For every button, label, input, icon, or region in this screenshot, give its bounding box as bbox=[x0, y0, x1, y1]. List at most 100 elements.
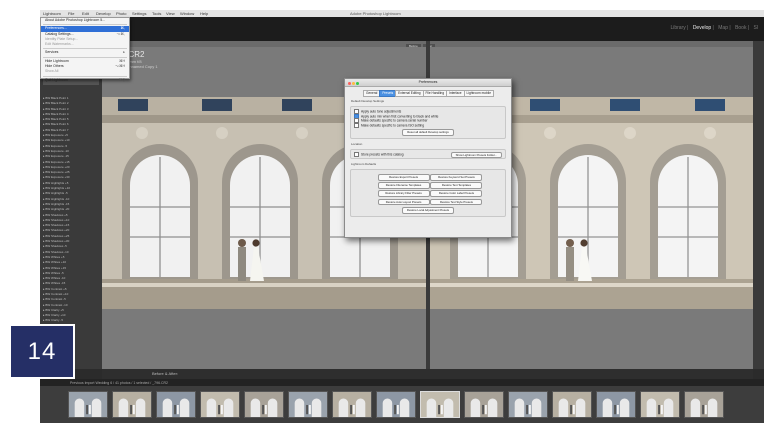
menu-window[interactable]: Window bbox=[180, 11, 194, 16]
menu-edit[interactable]: Edit bbox=[82, 11, 89, 16]
menu-view[interactable]: View bbox=[166, 11, 175, 16]
option-store-presets[interactable]: Store presets with this catalog Show Lig… bbox=[354, 151, 502, 159]
thumbnail-image bbox=[553, 392, 591, 417]
restore-keyword-set-button[interactable]: Restore Keyword Set Presets bbox=[430, 173, 483, 181]
restore-right-column: Restore Keyword Set Presets Restore Text… bbox=[430, 172, 483, 206]
menu-develop[interactable]: Develop bbox=[96, 11, 111, 16]
menu-item-services[interactable]: Services ▸ bbox=[41, 50, 129, 55]
option-iso-defaults[interactable]: Make defaults specific to camera ISO set… bbox=[354, 122, 502, 128]
restore-library-filter-button[interactable]: Restore Library Filter Presets bbox=[377, 190, 430, 198]
dialog-titlebar: Preferences bbox=[345, 79, 511, 87]
module-map[interactable]: Map bbox=[718, 25, 728, 31]
checkbox[interactable] bbox=[354, 122, 359, 128]
menu-separator bbox=[43, 24, 127, 26]
menu-item-watermarks: Edit Watermarks... bbox=[45, 42, 74, 47]
thumbnail-image bbox=[201, 392, 239, 417]
thumbnail-image bbox=[245, 392, 283, 417]
thumbnail-image bbox=[421, 392, 459, 417]
tab-general[interactable]: General bbox=[363, 90, 381, 97]
thumbnail-image bbox=[377, 392, 415, 417]
filmstrip-thumbnail[interactable] bbox=[640, 391, 680, 418]
thumbnail-image bbox=[333, 392, 371, 417]
filmstrip-thumbnail[interactable] bbox=[684, 391, 724, 418]
step-number-badge: 14 bbox=[9, 324, 75, 379]
window-controls bbox=[348, 81, 360, 88]
menu-item-quit[interactable]: Quit Lightroom ⌘Q bbox=[41, 78, 129, 83]
default-develop-title: Default Develop Settings bbox=[351, 99, 385, 103]
menu-settings[interactable]: Settings bbox=[132, 11, 146, 16]
lightroom-menu-dropdown: About Adobe Photoshop Lightroom 5... Pre… bbox=[40, 17, 130, 82]
menu-file[interactable]: File bbox=[68, 11, 74, 16]
filmstrip-thumbnail[interactable] bbox=[332, 391, 372, 418]
filmstrip-thumbnail[interactable] bbox=[68, 391, 108, 418]
filmstrip-thumbnail[interactable] bbox=[376, 391, 416, 418]
presets-list: ▸ BW Black Point 1 ▸ BW Black Point 2 ▸ BW… bbox=[43, 96, 99, 340]
default-develop-group: Apply auto tone adjustments Apply auto m… bbox=[350, 106, 506, 139]
filmstrip-thumbnail[interactable] bbox=[288, 391, 328, 418]
menu-lightroom[interactable]: Lightroom bbox=[43, 11, 61, 16]
defaults-title: Lightroom Defaults bbox=[351, 162, 377, 167]
develop-toolbar: Before & After: bbox=[102, 369, 753, 379]
thumbnail-image bbox=[509, 392, 547, 417]
restore-color-label-button[interactable]: Restore Color Label Presets bbox=[430, 190, 483, 198]
filmstrip-header: Previous Import Wedding 6 / 41 photos / … bbox=[40, 379, 764, 386]
filmstrip-thumbnail[interactable] bbox=[200, 391, 240, 418]
right-panel bbox=[753, 41, 764, 369]
filmstrip-thumbnail[interactable] bbox=[508, 391, 548, 418]
restore-left-column: Restore Export Presets Restore Filename … bbox=[377, 172, 430, 206]
module-slideshow[interactable]: Sl bbox=[754, 25, 758, 31]
thumbnail-image bbox=[113, 392, 151, 417]
filmstrip-source-path[interactable]: Previous Import Wedding 6 / 41 photos / … bbox=[70, 381, 168, 385]
module-picker: Library | Develop | Map | Book | Sl bbox=[670, 25, 758, 31]
window-title: Adobe Photoshop Lightroom bbox=[350, 11, 401, 16]
location-group: Store presets with this catalog Show Lig… bbox=[350, 148, 506, 160]
filmstrip-thumbnail[interactable] bbox=[552, 391, 592, 418]
tab-presets[interactable]: Presets bbox=[379, 90, 397, 97]
dialog-title: Preferences bbox=[418, 80, 438, 84]
preferences-dialog: Preferences General Presets External Editi… bbox=[344, 78, 512, 238]
module-library[interactable]: Library bbox=[670, 25, 685, 31]
restore-text-templates-button[interactable]: Restore Text Templates bbox=[430, 182, 483, 189]
tab-external-editing[interactable]: External Editing bbox=[395, 90, 424, 97]
menu-help[interactable]: Help bbox=[200, 11, 208, 16]
restore-text-style-button[interactable]: Restore Text Style Presets bbox=[430, 198, 483, 206]
checkbox[interactable] bbox=[354, 151, 359, 157]
minimize-icon[interactable] bbox=[352, 82, 355, 85]
filmstrip-thumbnail[interactable] bbox=[596, 391, 636, 418]
module-develop[interactable]: Develop bbox=[693, 25, 711, 31]
menu-separator bbox=[43, 48, 127, 50]
module-bar: Library | Develop | Map | Book | Sl bbox=[40, 17, 764, 41]
menu-photo[interactable]: Photo bbox=[116, 11, 126, 16]
menu-item-about[interactable]: About Adobe Photoshop Lightroom 5... bbox=[41, 18, 129, 23]
left-panel: ▸ BW Black Point 1 ▸ BW Black Point 2 ▸ BW… bbox=[40, 41, 102, 369]
menu-separator bbox=[43, 56, 127, 58]
tab-file-handling[interactable]: File Handling bbox=[422, 90, 448, 97]
thumbnail-image bbox=[641, 392, 679, 417]
filmstrip-thumbnail[interactable] bbox=[112, 391, 152, 418]
filmstrip bbox=[40, 386, 764, 423]
module-book[interactable]: Book bbox=[735, 25, 746, 31]
filmstrip-thumbnail[interactable] bbox=[420, 391, 460, 418]
filmstrip-thumbnail[interactable] bbox=[464, 391, 504, 418]
show-presets-folder-button[interactable]: Show Lightroom Presets Folder... bbox=[450, 151, 502, 159]
thumbnail-image bbox=[157, 392, 195, 417]
filmstrip-thumbnail[interactable] bbox=[244, 391, 284, 418]
restore-export-presets-button[interactable]: Restore Export Presets bbox=[377, 173, 430, 181]
restore-local-adjustment-button[interactable]: Restore Local Adjustment Presets bbox=[401, 206, 455, 214]
tab-interface[interactable]: Interface bbox=[446, 90, 465, 97]
restore-auto-layout-button[interactable]: Restore Auto Layout Presets bbox=[377, 198, 430, 206]
thumbnail-image bbox=[465, 392, 503, 417]
restore-filename-templates-button[interactable]: Restore Filename Templates bbox=[377, 182, 430, 189]
menu-item-show-all: Show All bbox=[45, 69, 59, 74]
before-after-toolbar-label: Before & After: bbox=[152, 371, 179, 376]
menu-tools[interactable]: Tools bbox=[152, 11, 161, 16]
filmstrip-thumbnail[interactable] bbox=[156, 391, 196, 418]
thumbnail-image bbox=[597, 392, 635, 417]
close-icon[interactable] bbox=[348, 82, 351, 85]
thumbnail-image bbox=[69, 392, 107, 417]
zoom-icon[interactable] bbox=[356, 82, 359, 85]
reset-develop-button[interactable]: Reset all default Develop settings bbox=[402, 128, 454, 136]
tab-lightroom-mobile[interactable]: Lightroom mobile bbox=[463, 90, 494, 97]
menu-separator bbox=[43, 75, 127, 77]
preferences-tabs: General Presets External Editing File Handl… bbox=[345, 90, 511, 97]
